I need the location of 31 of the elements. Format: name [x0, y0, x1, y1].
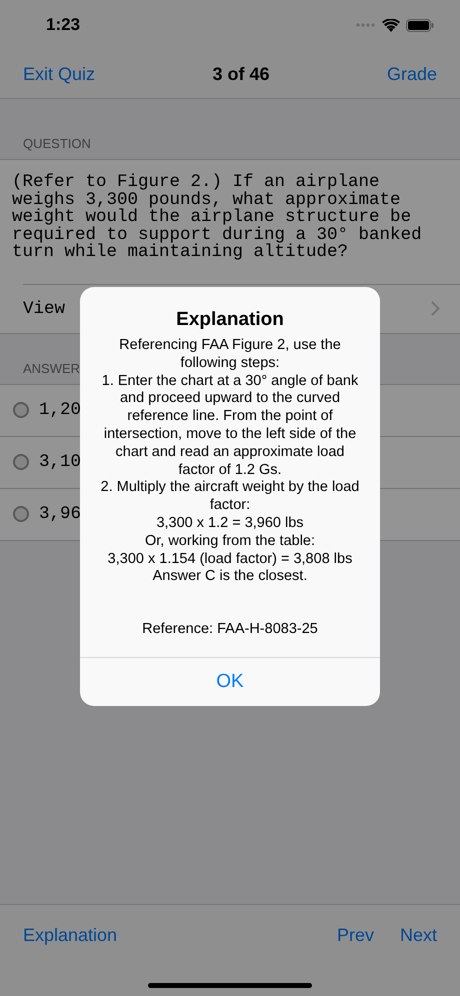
view-figure-link[interactable]: View	[23, 298, 66, 318]
signal-icon	[356, 23, 376, 27]
answer-text: 1,20	[39, 400, 82, 420]
toolbar-button[interactable]: Prev	[336, 925, 374, 946]
nav-title: 3 of 46	[212, 64, 270, 84]
toolbar-button[interactable]: Next	[400, 925, 437, 946]
radio-button[interactable]	[13, 506, 29, 522]
chevron-right-icon	[431, 301, 440, 316]
battery-icon	[406, 18, 434, 32]
reference-text: Reference: FAA-H-8083-25	[142, 621, 318, 638]
radio-button[interactable]	[13, 454, 29, 470]
grade-button[interactable]: Grade	[386, 64, 437, 84]
radio-button[interactable]	[13, 402, 29, 418]
explanation-text: Or, working from the table:	[144, 532, 316, 551]
answer-text: 3,10	[39, 452, 82, 472]
question-text: (Refer to Figure 2.) If an airplane weighs 3,300 pounds, what approximate weight would the airplane structure be required to support during a 30° banked turn while maintaining altitude?	[11, 171, 423, 264]
explanation-text: 2. Multiply the aircraft weight by the load factor:	[100, 479, 360, 515]
alert-title: Explanation	[176, 309, 284, 331]
explanation-text: 1. Enter the chart at a 30° angle of bank and proceed upward to the curved reference line. From the point of intersection, move to the left side of the chart and read an approximate load factor of 1.2 Gs.	[100, 372, 360, 480]
explanation-text: Referencing FAA Figure 2, use the following steps:	[118, 337, 342, 373]
section-header: QUESTION	[23, 136, 91, 151]
explanation-text: 3,300 x 1.154 (load factor) = 3,808 lbs	[106, 550, 354, 568]
explanation-text: Answer C is the closest.	[152, 568, 308, 586]
exit-quiz-button[interactable]: Exit Quiz	[23, 64, 96, 84]
explanation-button[interactable]: Explanation	[23, 925, 118, 946]
answer-text: 3,96	[39, 504, 82, 524]
wifi-icon	[382, 18, 400, 32]
ok-button[interactable]: OK	[80, 657, 380, 706]
section-header: ANSWER	[23, 360, 80, 376]
status-time: 1:23	[46, 15, 80, 35]
explanation-text: 3,300 x 1.2 = 3,960 lbs	[155, 514, 305, 533]
